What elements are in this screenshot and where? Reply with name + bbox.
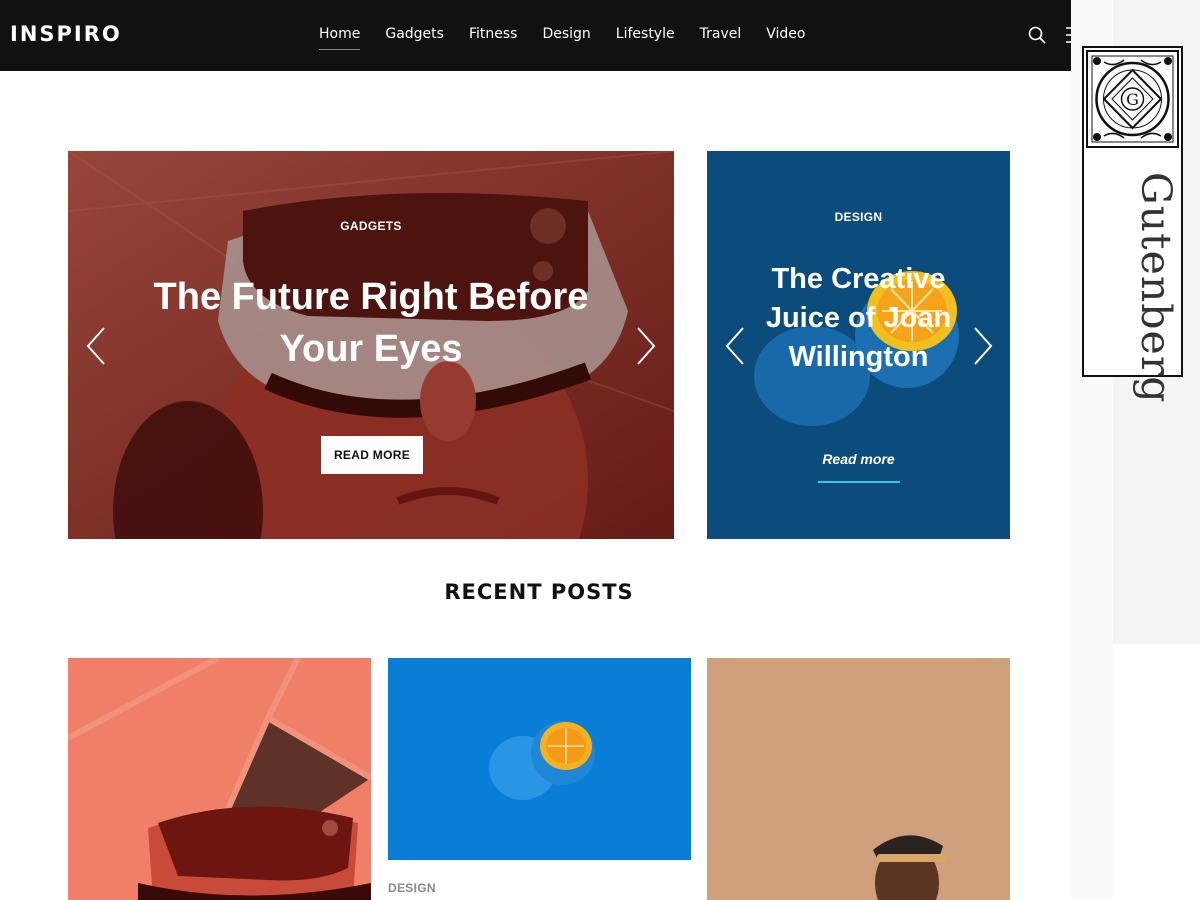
main-nav: Home Gadgets Fitness Design Lifestyle Tr…	[319, 26, 830, 50]
nav-item-fitness[interactable]: Fitness	[469, 26, 518, 50]
hero-side-title[interactable]: The Creative Juice of Joan Willington	[707, 260, 1010, 377]
nav-item-lifestyle[interactable]: Lifestyle	[616, 26, 675, 50]
hero-slide-main[interactable]: GADGETS The Future Right Before Your Eye…	[68, 151, 674, 539]
recent-posts-heading: RECENT POSTS	[444, 580, 634, 604]
post-image-orange	[388, 658, 691, 860]
post-image-vr	[68, 658, 371, 900]
chevron-left-icon[interactable]	[84, 326, 108, 366]
nav-item-video[interactable]: Video	[766, 26, 805, 50]
post-thumbnail[interactable]	[707, 658, 1010, 900]
hero-side-category[interactable]: DESIGN	[707, 210, 1010, 224]
read-more-button[interactable]: READ MORE	[321, 436, 423, 474]
site-header: INSPIRO Home Gadgets Fitness Design Life…	[0, 0, 1086, 71]
gutenberg-emblem-icon: G	[1086, 50, 1179, 148]
nav-item-home[interactable]: Home	[319, 26, 361, 50]
search-icon[interactable]	[1027, 25, 1047, 45]
hero-slide-side[interactable]: DESIGN The Creative Juice of Joan Willin…	[707, 151, 1010, 539]
gutenberg-wordmark: Gutenberg	[1132, 172, 1180, 404]
hero-main-category[interactable]: GADGETS	[68, 219, 674, 233]
chevron-left-icon[interactable]	[723, 326, 747, 366]
site-logo[interactable]: INSPIRO	[10, 22, 122, 46]
post-category[interactable]: DESIGN	[388, 881, 436, 895]
post-thumbnail[interactable]	[388, 658, 691, 860]
nav-item-design[interactable]: Design	[542, 26, 590, 50]
svg-text:G: G	[1126, 90, 1139, 109]
read-more-link[interactable]: Read more	[707, 451, 1010, 467]
nav-item-travel[interactable]: Travel	[700, 26, 742, 50]
nav-item-gadgets[interactable]: Gadgets	[385, 26, 444, 50]
post-image-portrait	[707, 658, 1010, 900]
chevron-right-icon[interactable]	[634, 326, 658, 366]
read-more-underline	[818, 481, 900, 483]
gutenberg-badge: G Gutenberg	[1082, 46, 1183, 404]
hero-main-title[interactable]: The Future Right Before Your Eyes	[68, 271, 674, 375]
chevron-right-icon[interactable]	[971, 326, 995, 366]
post-thumbnail[interactable]	[68, 658, 371, 900]
